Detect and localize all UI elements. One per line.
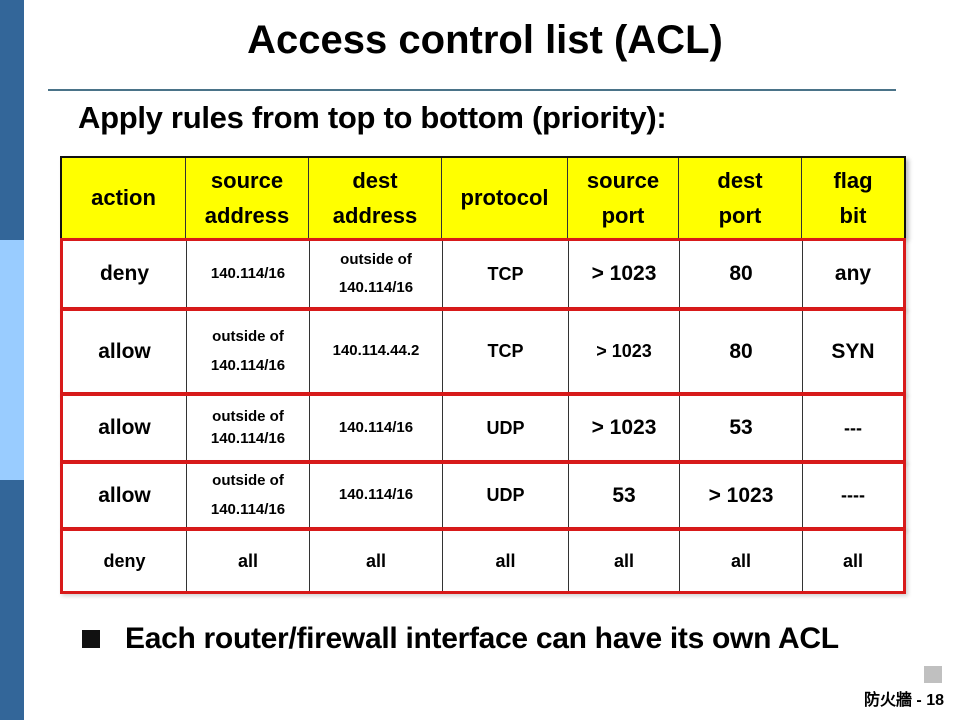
- cell-dest-address: 140.114.44.2: [310, 311, 443, 392]
- cell-dest-port: 80: [680, 241, 803, 307]
- header-action: action: [62, 158, 186, 238]
- cell-dest-address: 140.114/16: [310, 464, 443, 527]
- table-row: deny all all all all all all: [60, 528, 906, 594]
- cell-protocol: TCP: [443, 241, 569, 307]
- table-header-row: action source address dest address proto…: [60, 156, 906, 238]
- header-dest-port: dest port: [679, 158, 802, 238]
- cell-source-port: > 1023: [569, 396, 680, 460]
- cell-flag-bit: ---: [844, 417, 862, 438]
- cell-dest-address: 140.114/16: [310, 396, 443, 460]
- table-row: allow outside of 140.114/16 140.114/16 U…: [60, 393, 906, 463]
- cell-action: allow: [63, 311, 187, 392]
- slide-title: Access control list (ACL): [247, 18, 723, 62]
- cell-source-address: outside of 140.114/16: [187, 396, 310, 460]
- header-source-address: source address: [186, 158, 309, 238]
- cell-protocol: UDP: [443, 396, 569, 460]
- slide-page-number: 防火牆 - 18: [863, 692, 944, 709]
- bullet-point: Each router/firewall interface can have …: [82, 622, 839, 656]
- cell-action: deny: [63, 531, 187, 591]
- side-bar-bottom: [0, 480, 24, 720]
- cell-action: deny: [63, 241, 187, 307]
- header-dest-address: dest address: [309, 158, 442, 238]
- cell-flag-bit: any: [834, 262, 872, 286]
- cell-dest-port: 80: [680, 311, 803, 392]
- table-row: deny 140.114/16 outside of 140.114/16 TC…: [60, 238, 906, 310]
- table-row: allow outside of 140.114/16 140.114/16 U…: [60, 461, 906, 530]
- table-row: allow outside of 140.114/16 140.114.44.2…: [60, 308, 906, 395]
- title-divider: [48, 89, 896, 91]
- cell-source-port: > 1023: [569, 241, 680, 307]
- cell-action: allow: [63, 396, 187, 460]
- cell-dest-address: all: [310, 531, 443, 591]
- slide-subtitle: Apply rules from top to bottom (priority…: [78, 100, 667, 135]
- cell-source-address: outside of 140.114/16: [187, 464, 310, 527]
- cell-protocol: UDP: [443, 464, 569, 527]
- cell-protocol: all: [443, 531, 569, 591]
- cell-source-address: all: [187, 531, 310, 591]
- cell-dest-address: outside of 140.114/16: [310, 241, 443, 307]
- cell-dest-port: > 1023: [680, 464, 803, 527]
- cell-flag-bit: ----: [841, 485, 865, 505]
- cell-flag-bit: SYN: [831, 339, 875, 363]
- cell-source-address: outside of 140.114/16: [187, 311, 310, 392]
- cell-source-port: 53: [569, 464, 680, 527]
- side-bar-middle: [0, 240, 24, 480]
- cell-action: allow: [63, 464, 187, 527]
- bullet-text: Each router/firewall interface can have …: [125, 622, 839, 655]
- cell-dest-port: 53: [680, 396, 803, 460]
- header-source-port: source port: [568, 158, 679, 238]
- cell-protocol: TCP: [443, 311, 569, 392]
- square-bullet-icon: [82, 630, 100, 648]
- header-flag-bit: flag bit: [833, 167, 873, 228]
- cell-dest-port: all: [680, 531, 803, 591]
- cell-source-port: all: [569, 531, 680, 591]
- cell-source-address: 140.114/16: [187, 241, 310, 307]
- header-protocol: protocol: [442, 158, 568, 238]
- footer-square-icon: [924, 666, 942, 683]
- cell-flag-bit: all: [842, 550, 863, 571]
- acl-table: action source address dest address proto…: [60, 156, 906, 594]
- cell-source-port: > 1023: [569, 311, 680, 392]
